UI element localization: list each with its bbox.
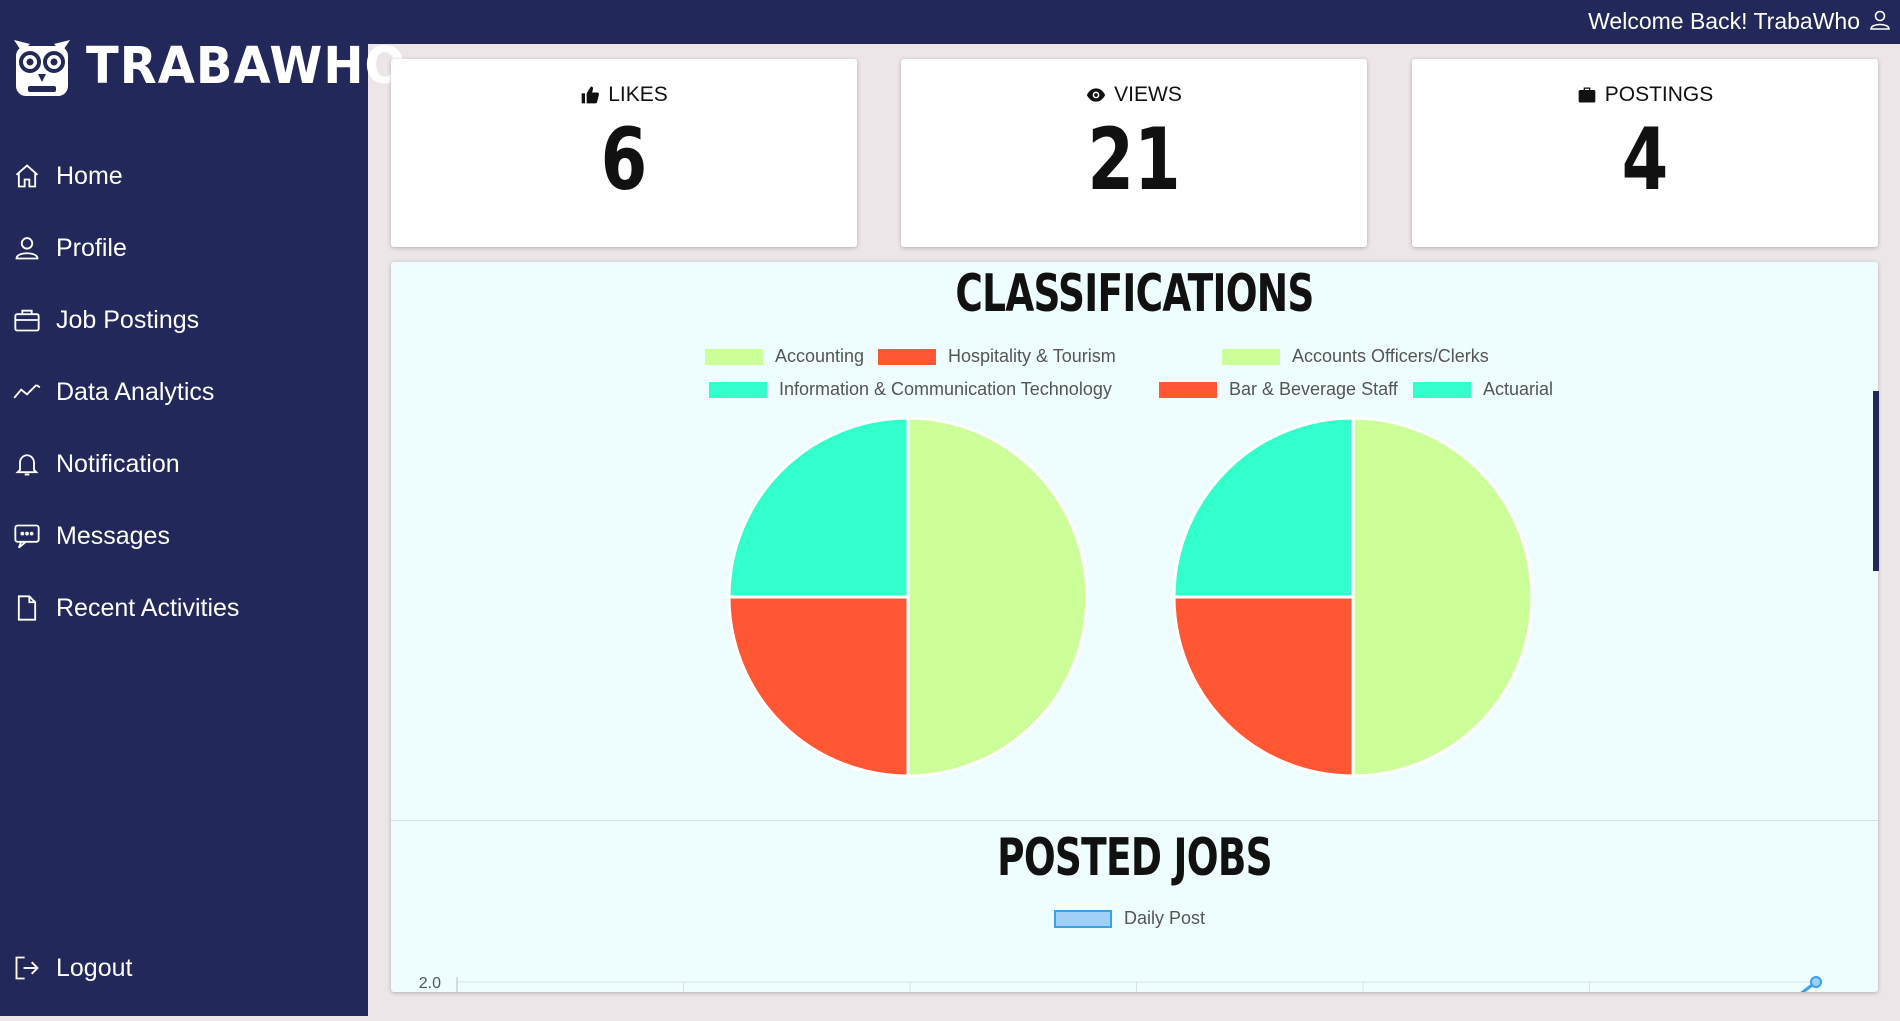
posted-jobs-line-chart: 2.01.8 [419, 975, 1822, 992]
legend-item[interactable]: Actuarial [1413, 379, 1553, 400]
data-point[interactable] [1810, 976, 1822, 988]
sidebar-item-label: Recent Activities [56, 593, 240, 622]
briefcase-icon [12, 305, 42, 335]
legend-item[interactable]: Accounts Officers/Clerks [1222, 346, 1489, 367]
sidebar-item-recent-activities[interactable]: Recent Activities [12, 588, 239, 628]
legend-item[interactable]: Information & Communication Technology [709, 379, 1112, 400]
legend-label: Hospitality & Tourism [948, 346, 1116, 366]
logout-button[interactable]: Logout [12, 948, 132, 988]
likes-label: LIKES [608, 83, 668, 106]
pie-slice[interactable] [1351, 416, 1534, 778]
home-icon [12, 161, 42, 191]
pie-slice[interactable] [727, 416, 910, 599]
sidebar-item-label: Job Postings [56, 305, 200, 334]
brand-name: TRABAWHO [86, 36, 407, 96]
eye-icon [1086, 88, 1106, 102]
classification-pie-charts [727, 416, 1534, 778]
likes-header: LIKES [391, 83, 857, 107]
legend-label: Accounts Officers/Clerks [1292, 346, 1489, 366]
legend-swatch [878, 348, 936, 365]
bell-icon [12, 449, 42, 479]
sidebar-item-label: Notification [56, 449, 180, 478]
postings-count: 4 [1621, 110, 1669, 210]
file-icon [12, 593, 42, 623]
message-icon [12, 521, 42, 551]
sidebar-item-home[interactable]: Home [12, 156, 123, 196]
legend-swatch [1159, 381, 1217, 398]
series-line [1800, 980, 1817, 992]
classifications-title: CLASSIFICATIONS [955, 264, 1314, 324]
legend-swatch [705, 348, 763, 365]
welcome-message: Welcome Back! TrabaWho [1588, 8, 1860, 34]
sidebar: TRABAWHO Home Profile Job Postings Data … [0, 0, 405, 1016]
owl-icon [14, 40, 70, 96]
views-card: VIEWS 21 [901, 59, 1367, 247]
legend-label: Information & Communication Technology [779, 379, 1112, 399]
legend-swatch [1413, 381, 1471, 398]
briefcase-icon [1578, 87, 1596, 103]
sidebar-item-label: Messages [56, 521, 170, 550]
legend-swatch [709, 381, 767, 398]
section-divider [391, 820, 1878, 821]
user-icon [12, 233, 42, 263]
legend-item[interactable]: Bar & Beverage Staff [1159, 379, 1398, 400]
legend-label: Bar & Beverage Staff [1229, 379, 1398, 399]
thumbs-up-icon [581, 86, 600, 104]
account-icon[interactable] [1868, 8, 1892, 32]
views-label: VIEWS [1114, 83, 1182, 106]
sidebar-item-job-postings[interactable]: Job Postings [12, 300, 199, 340]
likes-card: LIKES 6 [391, 59, 857, 247]
scrollbar-thumb[interactable] [1873, 391, 1879, 571]
postings-label: POSTINGS [1604, 83, 1714, 106]
legend-swatch [1222, 348, 1280, 365]
likes-count: 6 [600, 110, 648, 210]
sidebar-item-notification[interactable]: Notification [12, 444, 180, 484]
pie-slice[interactable] [1172, 416, 1355, 599]
pie-slice[interactable] [906, 416, 1089, 778]
y-tick-label: 2.0 [419, 975, 441, 992]
sidebar-item-label: Data Analytics [56, 377, 215, 406]
legend-label: Actuarial [1483, 379, 1554, 399]
posted-jobs-title: POSTED JOBS [997, 828, 1273, 888]
legend-item[interactable]: Accounting [705, 346, 864, 367]
pie-slice[interactable] [727, 595, 910, 778]
views-header: VIEWS [901, 83, 1367, 107]
analytics-panel: CLASSIFICATIONS Accounting Hospitality &… [391, 262, 1878, 992]
top-bar: Welcome Back! TrabaWho [368, 0, 1900, 44]
logout-icon [12, 953, 42, 983]
postings-header: POSTINGS [1412, 83, 1878, 107]
postings-card: POSTINGS 4 [1412, 59, 1878, 247]
views-count: 21 [1087, 110, 1181, 210]
legend-item[interactable]: Hospitality & Tourism [878, 346, 1116, 367]
sidebar-item-label: Profile [56, 233, 127, 262]
legend-label: Accounting [775, 346, 865, 366]
sidebar-item-data-analytics[interactable]: Data Analytics [12, 372, 214, 412]
sidebar-item-profile[interactable]: Profile [12, 228, 127, 268]
sidebar-item-label: Home [56, 161, 123, 190]
sidebar-item-messages[interactable]: Messages [12, 516, 170, 556]
pie-slice[interactable] [1172, 595, 1355, 778]
logout-label: Logout [56, 953, 133, 982]
trend-icon [12, 377, 42, 407]
brand-logo[interactable]: TRABAWHO [10, 30, 406, 102]
